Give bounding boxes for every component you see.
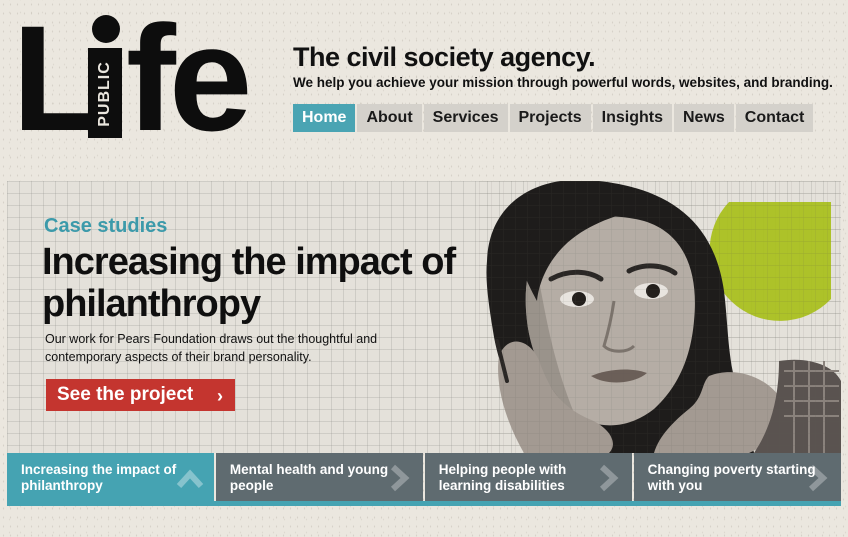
hero-eyebrow: Case studies xyxy=(44,215,168,237)
logo-letter-l: L xyxy=(12,0,104,162)
logo-letters-fe: fe xyxy=(126,0,252,162)
chevron-right-icon xyxy=(600,464,619,492)
site-headline: The civil society agency. xyxy=(293,42,596,72)
chevron-right-icon xyxy=(391,464,410,492)
tabs-accent-bar xyxy=(7,501,841,506)
tab-label: Mental health and young people xyxy=(229,462,389,493)
portrait-photo xyxy=(479,181,841,453)
tab-philanthropy[interactable]: Increasing the impact of philanthropy xyxy=(7,453,215,506)
chevron-up-icon xyxy=(177,469,204,489)
public-life-logo[interactable]: L PUBLIC fe xyxy=(12,0,262,162)
main-nav: Home About Services Projects Insights Ne… xyxy=(293,104,815,132)
nav-contact[interactable]: Contact xyxy=(735,104,814,132)
nav-insights[interactable]: Insights xyxy=(592,104,672,132)
nav-news[interactable]: News xyxy=(673,104,734,132)
hero-banner: Case studies Increasing the impact of ph… xyxy=(7,181,841,453)
nav-projects[interactable]: Projects xyxy=(509,104,591,132)
chevron-right-icon xyxy=(808,464,828,492)
nav-home[interactable]: Home xyxy=(293,104,356,132)
tab-changing-poverty[interactable]: Changing poverty starting with you xyxy=(633,453,841,501)
tab-mental-health[interactable]: Mental health and young people xyxy=(215,453,424,501)
case-study-tabs: Increasing the impact of philanthropy Me… xyxy=(7,453,841,506)
header-tagline: The civil society agency. We help you ac… xyxy=(293,42,833,90)
nav-about[interactable]: About xyxy=(357,104,422,132)
nav-services[interactable]: Services xyxy=(423,104,508,132)
tab-learning-disabilities[interactable]: Helping people with learning disabilitie… xyxy=(424,453,633,501)
logo-i-dot xyxy=(92,15,120,43)
logo-public-label: PUBLIC xyxy=(96,61,113,127)
cta-label: See the project xyxy=(57,384,194,405)
see-the-project-button[interactable]: See the project › xyxy=(46,379,235,411)
tab-label: Helping people with learning disabilitie… xyxy=(438,462,567,493)
tab-label: Changing poverty starting with you xyxy=(647,462,816,493)
hero-title: Increasing the impact of philanthropy xyxy=(42,241,456,325)
site-subheadline: We help you achieve your mission through… xyxy=(293,75,833,90)
tab-label: Increasing the impact of philanthropy xyxy=(21,462,177,493)
chevron-right-icon: › xyxy=(217,386,223,406)
hero-description: Our work for Pears Foundation draws out … xyxy=(45,332,378,364)
